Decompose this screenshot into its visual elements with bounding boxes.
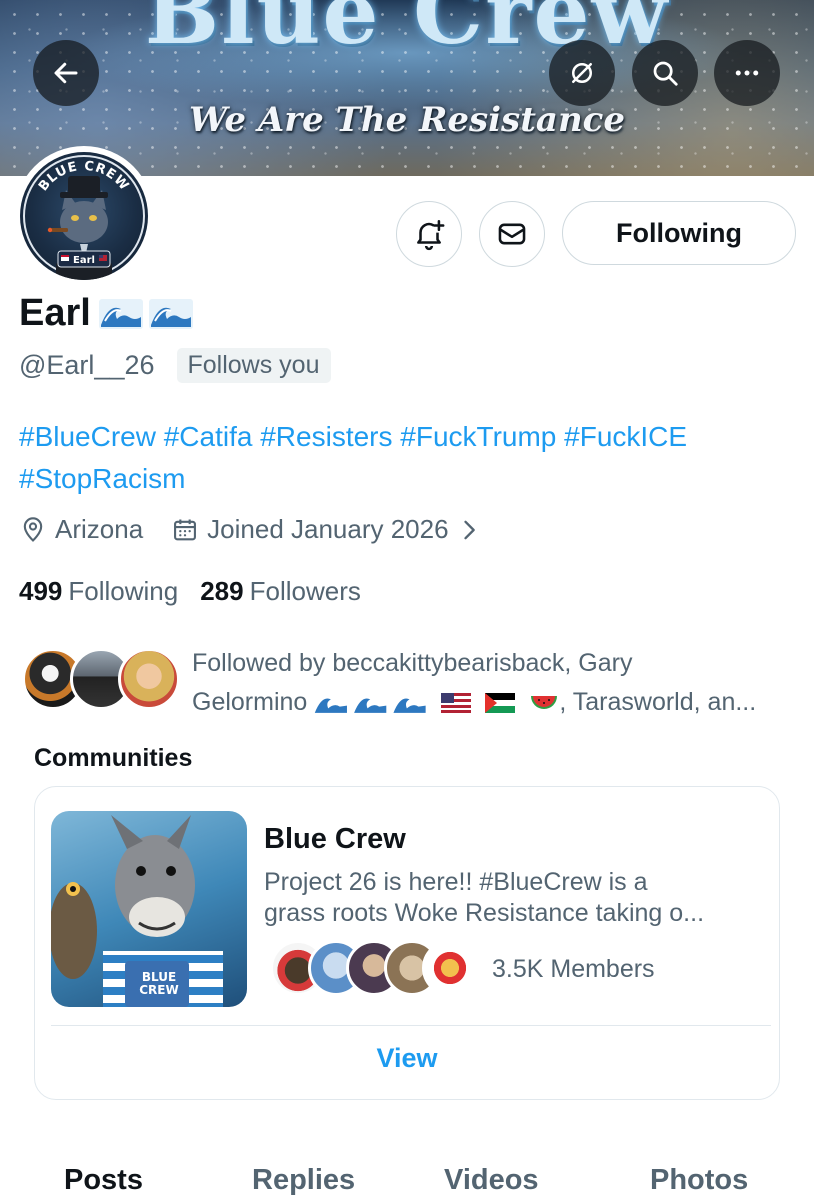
community-description-line1: Project 26 is here!! #BlueCrew is a: [264, 868, 648, 896]
chevron-right-icon: [463, 520, 475, 539]
wave-emoji-icon: [315, 698, 426, 713]
community-view-button[interactable]: View: [35, 1043, 779, 1074]
community-image-text: BLUE CREW: [139, 970, 179, 997]
member-avatars: [264, 940, 478, 998]
bio-hashtags-line1[interactable]: #BlueCrew #Catifa #Resisters #FuckTrump …: [19, 416, 799, 458]
following-count: 499: [19, 576, 63, 606]
svg-text:BLUE CREW: BLUE CREW: [36, 159, 132, 194]
joined-date[interactable]: Joined January 2026: [171, 514, 482, 545]
palestine-flag-icon: [485, 692, 516, 713]
following-stat[interactable]: 499 Following: [19, 576, 178, 607]
follows-you-badge: Follows you: [176, 348, 331, 383]
followed-by-avatars: [22, 644, 182, 714]
wave-emoji-icon: [98, 298, 143, 329]
joined-text: Joined January 2026: [207, 514, 449, 544]
communities-heading: Communities: [34, 744, 193, 772]
community-divider: [51, 1025, 771, 1026]
following-label: Following: [68, 576, 179, 606]
community-members-row: 3.5K Members: [264, 940, 655, 998]
back-arrow-icon: [54, 62, 78, 84]
location-text: Arizona: [55, 514, 144, 544]
followed-by-text: Followed by beccakittybearisback, Gary G…: [192, 644, 802, 722]
wave-emoji-icon: [148, 298, 193, 329]
followed-by-name: Gelormino: [192, 688, 308, 716]
back-button[interactable]: [33, 40, 99, 106]
watermelon-icon: [531, 695, 558, 709]
bell-plus-icon: [417, 219, 445, 251]
avatar-image: BLUE CREW Earl: [20, 152, 148, 280]
profile-avatar[interactable]: BLUE CREW Earl: [14, 146, 154, 286]
community-image: BLUE CREW: [51, 811, 247, 1007]
profile-name: Earl: [19, 292, 91, 334]
tab-posts[interactable]: Posts: [64, 1164, 143, 1197]
followed-by-rest: , Tarasworld, an...: [559, 688, 757, 716]
community-name: Blue Crew: [264, 823, 406, 855]
more-icon: [735, 70, 759, 76]
follow-stats: 499 Following 289 Followers: [19, 576, 383, 607]
avatar-ring-text: BLUE CREW: [36, 159, 131, 194]
community-description-line2: grass roots Woke Resistance taking o...: [264, 899, 705, 927]
message-button[interactable]: [479, 201, 545, 267]
following-button[interactable]: Following: [562, 201, 796, 265]
search-button[interactable]: [632, 40, 698, 106]
community-card[interactable]: BLUE CREW Blue Crew Project 26 is here!! …: [34, 786, 780, 1100]
community-description: Project 26 is here!! #BlueCrew is a gras…: [264, 867, 764, 929]
community-member-count: 3.5K Members: [492, 954, 655, 983]
profile-handle: @Earl__26: [19, 350, 155, 380]
followers-stat[interactable]: 289 Followers: [200, 576, 361, 607]
eye-slash-icon: [572, 63, 592, 83]
followed-by-line1: Followed by beccakittybearisback, Gary: [192, 649, 633, 677]
more-button[interactable]: [714, 40, 780, 106]
search-icon: [653, 61, 678, 86]
tab-videos[interactable]: Videos: [444, 1164, 539, 1197]
hide-button[interactable]: [549, 40, 615, 106]
profile-meta: Arizona Joined January 2026: [19, 514, 511, 545]
location: Arizona: [19, 514, 143, 545]
avatar-name-plate: Earl: [73, 255, 95, 266]
bio-hashtags-line2[interactable]: #StopRacism: [19, 458, 799, 500]
avatar: [118, 648, 180, 710]
avatar: [422, 940, 478, 996]
tab-photos[interactable]: Photos: [650, 1164, 748, 1197]
us-flag-icon: [441, 692, 472, 713]
banner-tagline: We Are The Resistance: [188, 100, 625, 140]
tab-replies[interactable]: Replies: [252, 1164, 355, 1197]
profile-tabs: Posts Replies Videos Photos: [0, 1158, 814, 1200]
followed-by-row[interactable]: Followed by beccakittybearisback, Gary G…: [22, 644, 802, 722]
followers-label: Followers: [249, 576, 361, 606]
followers-count: 289: [200, 576, 244, 606]
envelope-icon: [498, 223, 526, 245]
calendar-icon: [174, 519, 197, 540]
handle-row: @Earl__26 Follows you: [19, 348, 331, 383]
profile-bio: #BlueCrew #Catifa #Resisters #FuckTrump …: [19, 416, 799, 500]
profile-name-row: Earl: [19, 292, 193, 335]
notifications-button[interactable]: [396, 201, 462, 267]
location-pin-icon: [23, 516, 43, 542]
